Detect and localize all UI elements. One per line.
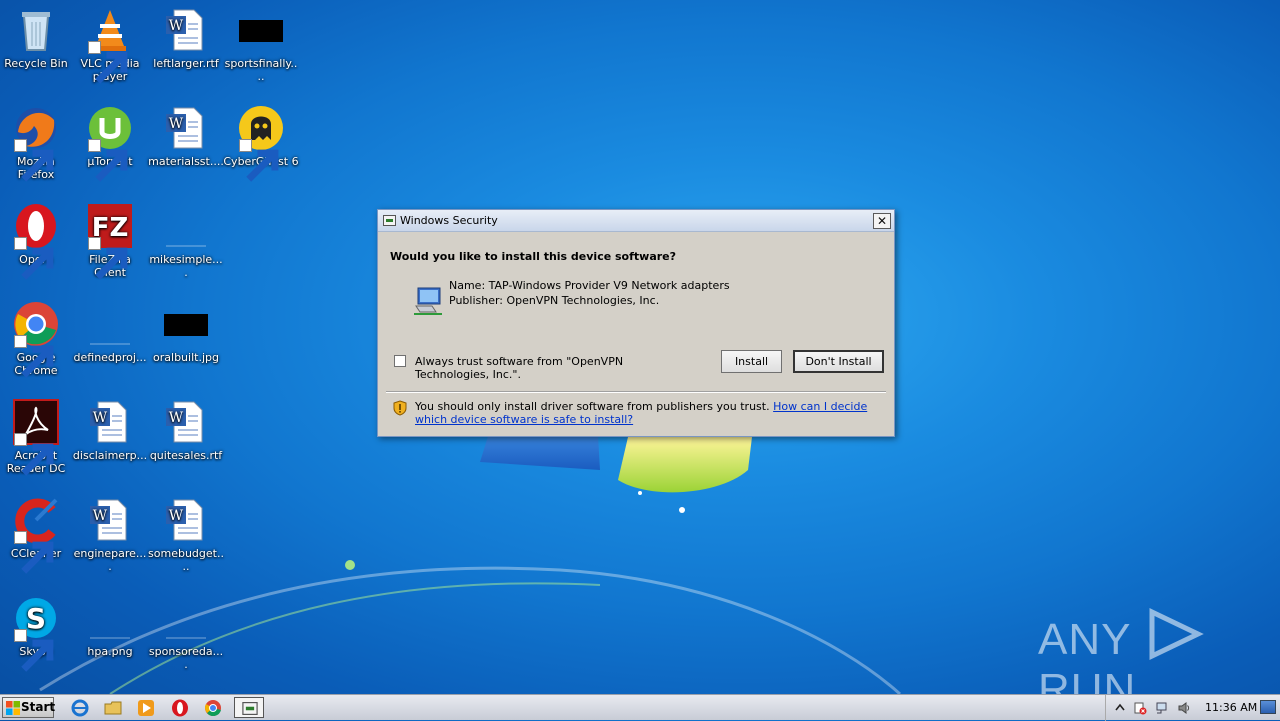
install-button[interactable]: Install [721,350,782,373]
network-adapter-icon [414,287,442,315]
warning-message: You should only install driver software … [415,400,885,426]
play-logo-icon [1149,608,1204,660]
windows-logo-icon [6,701,20,715]
taskbar-windows-security[interactable] [234,697,264,718]
desktop-icon-enginepare[interactable]: W enginepare.... [72,492,148,573]
blank-file-icon [166,245,206,247]
dialog-separator [386,391,886,393]
taskbar-media-player[interactable] [137,699,155,717]
image-thumbnail-icon [239,20,283,42]
show-desktop-button[interactable] [1260,700,1276,714]
shortcut-arrow-icon [14,629,54,672]
desktop-icon-oralbuilt[interactable]: oralbuilt.jpg [148,296,224,364]
warning-shield-icon [393,400,407,416]
desktop-icon-opera[interactable]: Opera [0,198,74,280]
word-doc-icon: W [166,9,203,51]
internet-explorer-icon [71,699,89,717]
show-hidden-icons-icon[interactable] [1113,701,1127,715]
desktop-icon-sportsfinally[interactable]: sportsfinally.... [223,2,299,83]
desktop-icon-chrome[interactable]: Google Chrome [0,296,74,378]
shortcut-arrow-icon [88,237,128,280]
close-icon: ✕ [876,214,888,228]
desktop-icon-mikesimple[interactable]: mikesimple.... [148,198,224,279]
start-button[interactable]: Start [2,697,56,718]
desktop-icon-hpa[interactable]: hpa.png [72,590,148,658]
svg-text:W: W [169,508,184,524]
windows-security-dialog: Windows Security ✕ Would you like to ins… [377,209,895,437]
shortcut-arrow-icon [14,433,54,476]
desktop-icon-materialsst[interactable]: W materialsst.... [148,100,224,168]
svg-text:W: W [93,410,108,426]
taskbar-chrome[interactable] [204,699,222,717]
media-player-icon [138,700,154,716]
dont-install-button[interactable]: Don't Install [793,350,884,373]
taskbar-explorer[interactable] [104,699,122,717]
chrome-icon [205,700,221,717]
shortcut-arrow-icon [14,237,54,280]
blank-file-icon [90,343,130,345]
desktop-icon-vlc[interactable]: VLC media player [72,2,148,84]
opera-icon [172,699,188,717]
security-window-icon [383,215,396,226]
warning-text: You should only install driver software … [415,400,770,413]
desktop-icon-firefox[interactable]: Mozilla Firefox [0,100,74,182]
blank-file-icon [166,637,206,639]
desktop-icon-quitesales[interactable]: W quitesales.rtf [148,394,224,462]
install-question: Would you like to install this device so… [390,250,677,263]
word-doc-icon: W [166,401,203,443]
desktop-icon-ccleaner[interactable]: CCleaner [0,492,74,574]
shortcut-arrow-icon [14,335,54,378]
desktop-icon-utorrent[interactable]: µTorrent [72,100,148,182]
desktop-icon-acrobat[interactable]: Acrobat Reader DC [0,394,74,476]
taskbar: Start 11:36 AM [0,694,1280,721]
word-doc-icon: W [166,499,203,541]
desktop-icon-cyberghost[interactable]: CyberGhost 6 [223,100,299,182]
desktop-icon-recycle-bin[interactable]: Recycle Bin [0,2,74,70]
word-doc-icon: W [166,107,203,149]
taskbar-opera[interactable] [171,699,189,717]
always-trust-checkbox[interactable] [394,355,406,367]
svg-text:W: W [169,18,184,34]
watermark-left: ANY [1038,615,1131,664]
svg-text:W: W [169,410,184,426]
action-center-icon[interactable] [1133,701,1147,715]
volume-icon[interactable] [1177,701,1191,715]
shortcut-arrow-icon [239,139,279,182]
close-button[interactable]: ✕ [873,213,891,229]
dialog-titlebar[interactable]: Windows Security ✕ [378,210,894,232]
desktop-icon-somebudget[interactable]: W somebudget.... [148,492,224,573]
security-dialog-icon [242,702,258,715]
shortcut-arrow-icon [14,139,54,182]
driver-publisher: Publisher: OpenVPN Technologies, Inc. [449,294,660,307]
start-label: Start [21,700,56,714]
desktop-icon-sponsoreda[interactable]: sponsoreda.... [148,590,224,671]
svg-text:W: W [93,508,108,524]
svg-text:W: W [169,116,184,132]
desktop-icon-definedproj[interactable]: definedproj... [72,296,148,364]
word-doc-icon: W [90,401,127,443]
blank-file-icon [90,637,130,639]
image-thumbnail-icon [164,314,208,336]
folder-icon [104,701,122,715]
dialog-title: Windows Security [400,214,498,227]
network-icon[interactable] [1155,701,1169,715]
taskbar-internet-explorer[interactable] [71,699,89,717]
desktop-icon-leftlarger[interactable]: W leftlarger.rtf [148,2,224,70]
always-trust-label[interactable]: Always trust software from "OpenVPN Tech… [415,355,695,381]
driver-name: Name: TAP-Windows Provider V9 Network ad… [449,279,730,292]
desktop-icon-skype[interactable]: S Skype [0,590,74,672]
shortcut-arrow-icon [14,531,54,574]
word-doc-icon: W [90,499,127,541]
shortcut-arrow-icon [88,41,128,84]
clock[interactable]: 11:36 AM [1205,701,1257,714]
shortcut-arrow-icon [88,139,128,182]
desktop-icon-filezilla[interactable]: FZ FileZilla Client [72,198,148,280]
recycle-bin-icon [22,12,50,51]
desktop-icon-disclaimerp[interactable]: W disclaimerp... [72,394,148,462]
